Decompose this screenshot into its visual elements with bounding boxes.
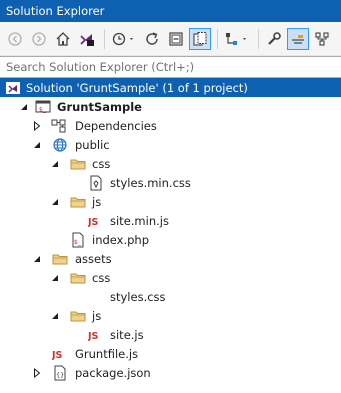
js-file-icon: JS xyxy=(88,213,104,229)
tree-item-label: package.json xyxy=(75,365,151,380)
svg-text:$_: $_ xyxy=(74,239,82,246)
svg-text:$_: $_ xyxy=(39,106,47,113)
toolbar-separator xyxy=(258,28,259,49)
php-file-icon: $_ xyxy=(70,232,86,248)
history-icon[interactable] xyxy=(109,28,139,50)
expanded-arrow-icon[interactable] xyxy=(50,197,60,207)
expanded-arrow-icon[interactable] xyxy=(32,254,42,264)
js-file-icon: JS xyxy=(88,327,104,343)
svg-text:JS: JS xyxy=(88,331,99,342)
tree-item-assets-js[interactable]: js xyxy=(0,306,341,325)
tree-item-label: Solution 'GruntSample' (1 of 1 project) xyxy=(26,80,248,95)
tree-item-package-json[interactable]: {} package.json xyxy=(0,363,341,382)
tree-item-label: js xyxy=(92,194,102,209)
globe-folder-icon xyxy=(52,137,68,153)
tree-item-label: js xyxy=(92,308,102,323)
tree-item-label: styles.css xyxy=(110,289,166,304)
svg-text:{}: {} xyxy=(56,371,64,379)
tree-item-label: site.js xyxy=(110,327,144,342)
folder-icon xyxy=(70,156,86,172)
tree-item-public-js[interactable]: js xyxy=(0,192,341,211)
solution-icon xyxy=(5,80,21,96)
search-input[interactable]: Search Solution Explorer (Ctrl+;) xyxy=(0,56,341,78)
toolbar xyxy=(0,22,341,56)
tree-item-gruntfile[interactable]: JS Gruntfile.js xyxy=(0,344,341,363)
tree-item-public[interactable]: public xyxy=(0,135,341,154)
solution-tree: Solution 'GruntSample' (1 of 1 project) … xyxy=(0,78,341,382)
tree-item-label: site.min.js xyxy=(110,213,169,228)
tree-item-index-php[interactable]: $_ index.php xyxy=(0,230,341,249)
preview-icon[interactable] xyxy=(287,27,309,50)
tree-item-site-js[interactable]: JS site.js xyxy=(0,325,341,344)
tree-item-label: GruntSample xyxy=(57,99,142,114)
svg-text:JS: JS xyxy=(52,350,63,361)
tree-item-label: Dependencies xyxy=(75,118,157,133)
forward-icon[interactable] xyxy=(28,28,50,50)
collapsed-arrow-icon[interactable] xyxy=(32,367,42,378)
dependencies-icon xyxy=(51,118,67,134)
tree-item-styles-css[interactable]: styles.css xyxy=(0,287,341,306)
json-file-icon: {} xyxy=(52,365,68,381)
tree-item-project[interactable]: $_ GruntSample xyxy=(0,97,341,116)
collapse-all-icon[interactable] xyxy=(165,28,187,50)
expanded-arrow-icon[interactable] xyxy=(50,311,60,321)
properties-icon[interactable] xyxy=(263,28,285,50)
vs-switch-views-icon[interactable] xyxy=(76,28,98,50)
home-icon[interactable] xyxy=(52,28,74,50)
folder-icon xyxy=(70,194,86,210)
expanded-arrow-icon[interactable] xyxy=(32,140,42,150)
tree-item-label: styles.min.css xyxy=(110,175,191,190)
show-all-files-icon[interactable] xyxy=(189,27,211,50)
folder-icon xyxy=(70,308,86,324)
search-placeholder: Search Solution Explorer (Ctrl+;) xyxy=(6,60,195,74)
window-title: Solution Explorer xyxy=(6,4,105,18)
tree-item-label: index.php xyxy=(92,232,150,247)
settings-icon[interactable] xyxy=(311,28,333,50)
tree-item-solution[interactable]: Solution 'GruntSample' (1 of 1 project) xyxy=(0,78,341,97)
toolbar-separator xyxy=(104,28,105,49)
tree-item-label: css xyxy=(92,156,111,171)
php-project-icon: $_ xyxy=(35,99,51,115)
title-bar: Solution Explorer xyxy=(0,0,341,22)
tree-item-label: Gruntfile.js xyxy=(75,346,139,361)
tree-item-styles-min-css[interactable]: styles.min.css xyxy=(0,173,341,192)
toolbar-separator xyxy=(217,28,218,49)
collapsed-arrow-icon[interactable] xyxy=(32,120,42,131)
tree-item-assets-css[interactable]: css xyxy=(0,268,341,287)
css-file-icon xyxy=(88,175,104,191)
folder-icon xyxy=(70,270,86,286)
expanded-arrow-icon[interactable] xyxy=(50,159,60,169)
tree-item-label: assets xyxy=(75,251,112,266)
class-view-icon[interactable] xyxy=(222,28,252,50)
tree-item-label: public xyxy=(75,137,110,152)
tree-item-dependencies[interactable]: Dependencies xyxy=(0,116,341,135)
svg-text:JS: JS xyxy=(88,217,99,228)
back-icon[interactable] xyxy=(4,28,26,50)
tree-item-assets[interactable]: assets xyxy=(0,249,341,268)
expanded-arrow-icon[interactable] xyxy=(50,273,60,283)
expanded-arrow-icon[interactable] xyxy=(19,102,29,112)
tree-item-public-css[interactable]: css xyxy=(0,154,341,173)
tree-item-site-min-js[interactable]: JS site.min.js xyxy=(0,211,341,230)
refresh-icon[interactable] xyxy=(141,28,163,50)
folder-icon xyxy=(52,251,68,267)
tree-item-label: css xyxy=(92,270,111,285)
js-file-icon: JS xyxy=(52,346,68,362)
